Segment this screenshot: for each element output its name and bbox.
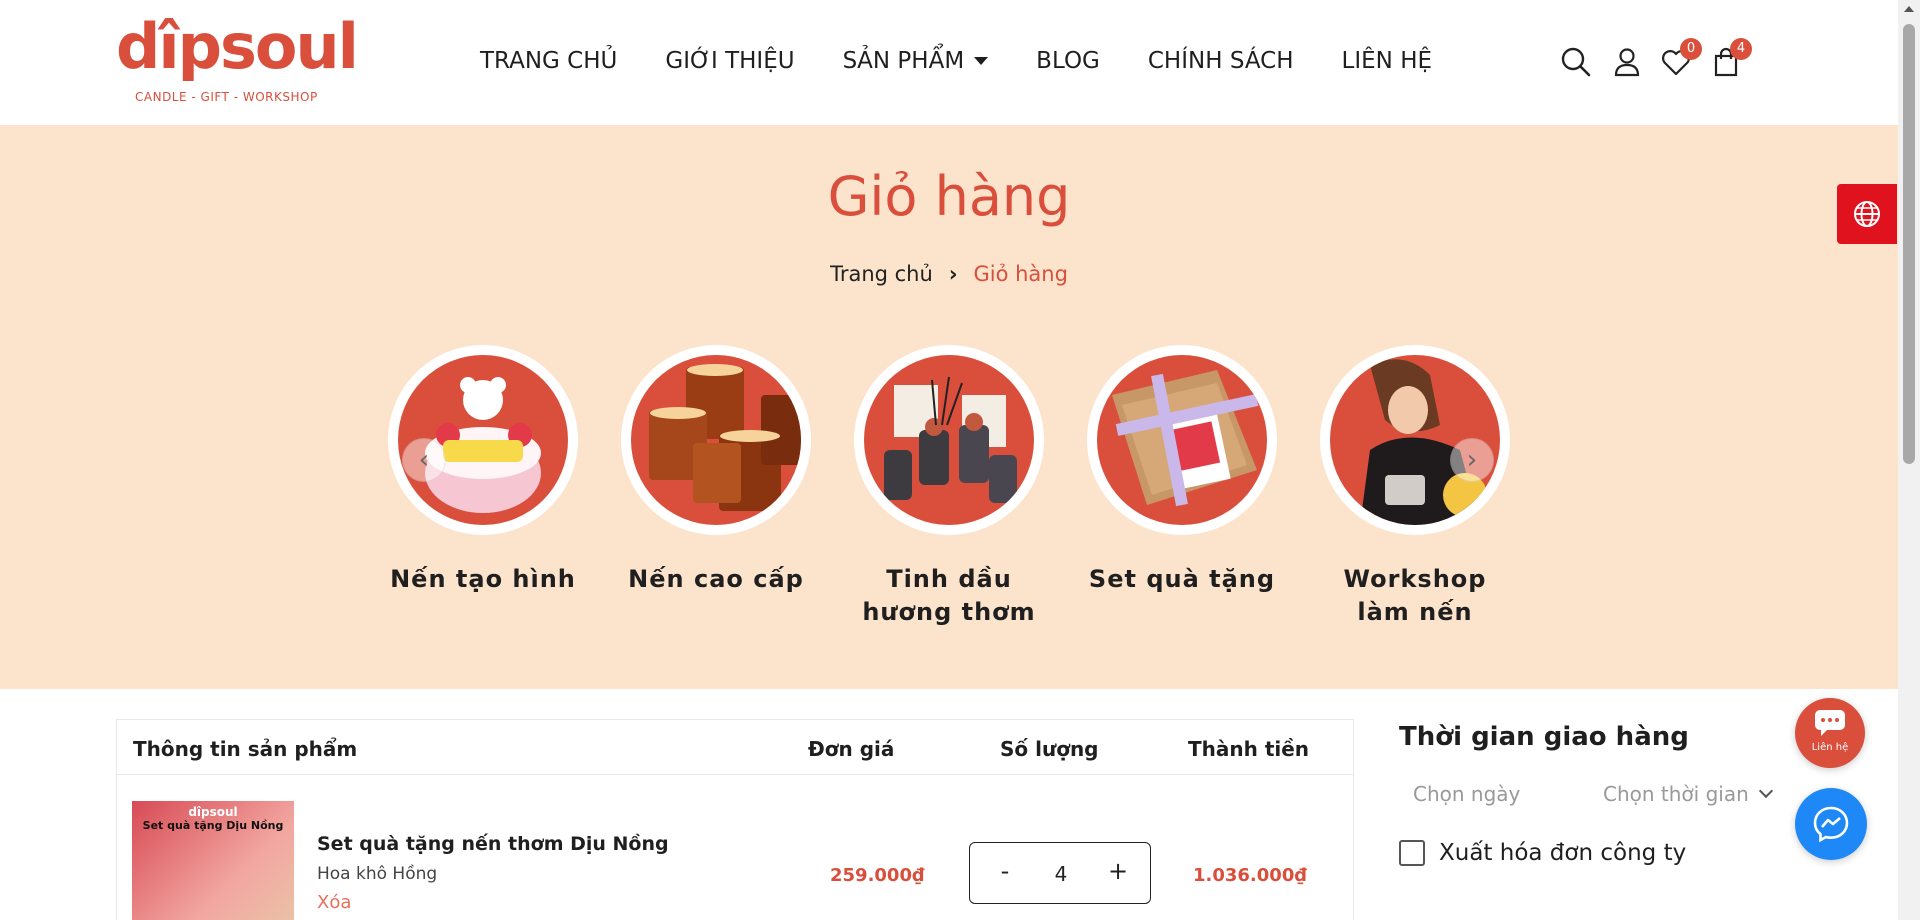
delivery-title: Thời gian giao hàng xyxy=(1399,722,1689,752)
scroll-up-icon[interactable] xyxy=(1904,6,1914,12)
category-image xyxy=(621,345,811,535)
category-image xyxy=(854,345,1044,535)
category-tinh-dau-huong-thom[interactable]: Tinh dầu hương thơm xyxy=(854,345,1044,629)
contact-button[interactable]: Liên hệ xyxy=(1795,698,1865,768)
quantity-increase-button[interactable]: + xyxy=(1103,857,1133,885)
quantity-decrease-button[interactable]: - xyxy=(990,857,1020,885)
logo-text: dîpsoul xyxy=(116,10,359,83)
page-scrollbar[interactable] xyxy=(1898,0,1920,920)
checkbox-box xyxy=(1399,840,1425,866)
product-image[interactable]: dîpsoul Set quà tặng Dịu Nồng xyxy=(132,801,294,920)
category-nen-cao-cap[interactable]: Nến cao cấp xyxy=(621,345,811,596)
messenger-button[interactable] xyxy=(1795,788,1867,860)
nav-label: BLOG xyxy=(1036,48,1100,74)
header-total: Thành tiền xyxy=(1188,737,1310,761)
breadcrumb-separator: › xyxy=(948,262,958,286)
category-set-qua-tang[interactable]: Set quà tặng xyxy=(1087,345,1277,596)
chevron-left-icon: ‹ xyxy=(418,445,430,475)
category-image xyxy=(1087,345,1277,535)
slider-next-button[interactable]: › xyxy=(1450,438,1494,482)
delivery-time-placeholder: Chọn thời gian xyxy=(1603,782,1749,806)
product-variant: Hoa khô Hồng xyxy=(317,864,438,884)
breadcrumb-current: Giỏ hàng xyxy=(973,262,1068,286)
chat-bubbles-icon xyxy=(1815,710,1845,736)
slider-prev-button[interactable]: ‹ xyxy=(402,438,446,482)
category-workshop-lam-nen[interactable]: Workshop làm nến xyxy=(1320,345,1510,629)
nav-label: GIỚI THIỆU xyxy=(665,48,795,74)
breadcrumb-home-link[interactable]: Trang chủ xyxy=(830,262,933,286)
nav-trang-chu[interactable]: TRANG CHỦ xyxy=(480,48,617,74)
product-name[interactable]: Set quà tặng nến thơm Dịu Nồng xyxy=(317,833,669,855)
nav-chinh-sach[interactable]: CHÍNH SÁCH xyxy=(1148,48,1294,74)
logo[interactable]: dîpsoul CANDLE - GIFT - WORKSHOP xyxy=(116,16,359,108)
main-nav: TRANG CHỦ GIỚI THIỆU SẢN PHẨM BLOG CHÍNH… xyxy=(480,48,1480,74)
category-slider: Nến tạo hình Nến cao cấp Tinh dầu hương … xyxy=(388,345,1510,645)
quantity-input[interactable] xyxy=(1032,857,1090,891)
product-image-brand: dîpsoul xyxy=(188,805,238,819)
nav-label: SẢN PHẨM xyxy=(842,48,965,74)
product-image-caption: Set quà tặng Dịu Nồng xyxy=(142,819,284,832)
site-header: dîpsoul CANDLE - GIFT - WORKSHOP TRANG C… xyxy=(0,0,1898,125)
breadcrumb: Trang chủ › Giỏ hàng xyxy=(0,262,1898,286)
category-label: Tinh dầu hương thơm xyxy=(862,565,1036,626)
contact-label: Liên hệ xyxy=(1811,742,1849,753)
nav-label: LIÊN HỆ xyxy=(1341,48,1433,74)
delivery-date-select[interactable]: Chọn ngày xyxy=(1413,782,1520,806)
company-invoice-label: Xuất hóa đơn công ty xyxy=(1439,840,1687,866)
cart-table: Thông tin sản phẩm Đơn giá Số lượng Thàn… xyxy=(116,719,1354,920)
unit-price: 259.000₫ xyxy=(830,865,925,886)
page-banner: Giỏ hàng Trang chủ › Giỏ hàng Nến tạo hình… xyxy=(0,125,1898,689)
nav-san-pham[interactable]: SẢN PHẨM xyxy=(843,48,989,74)
nav-gioi-thieu[interactable]: GIỚI THIỆU xyxy=(665,48,794,74)
messenger-icon xyxy=(1813,806,1849,843)
search-icon[interactable] xyxy=(1560,46,1592,78)
header-product: Thông tin sản phẩm xyxy=(133,737,358,761)
logo-tagline: CANDLE - GIFT - WORKSHOP xyxy=(135,90,318,104)
nav-lien-he[interactable]: LIÊN HỆ xyxy=(1342,48,1432,74)
remove-item-link[interactable]: Xóa xyxy=(317,892,351,913)
wishlist-count-badge: 0 xyxy=(1680,38,1702,60)
cart-table-header: Thông tin sản phẩm Đơn giá Số lượng Thàn… xyxy=(117,720,1353,775)
cart-count-badge: 4 xyxy=(1730,38,1752,60)
cart-item-row: dîpsoul Set quà tặng Dịu Nồng Set quà tặ… xyxy=(117,775,1353,920)
user-icon[interactable] xyxy=(1611,46,1643,78)
caret-down-icon xyxy=(974,57,989,65)
chevron-right-icon: › xyxy=(1466,445,1478,475)
line-total: 1.036.000₫ xyxy=(1193,865,1307,886)
category-label: Workshop làm nến xyxy=(1343,565,1487,626)
category-label: Nến tạo hình xyxy=(390,565,576,593)
nav-blog[interactable]: BLOG xyxy=(1036,48,1100,74)
page-title: Giỏ hàng xyxy=(827,165,1071,228)
delivery-time-select[interactable]: Chọn thời gian xyxy=(1603,782,1773,806)
company-invoice-checkbox[interactable]: Xuất hóa đơn công ty xyxy=(1399,840,1686,866)
scroll-thumb[interactable] xyxy=(1903,24,1915,464)
delivery-panel: Thời gian giao hàng Chọn ngày Chọn thời … xyxy=(1399,722,1799,866)
language-button[interactable] xyxy=(1837,184,1897,244)
wishlist-button[interactable]: 0 xyxy=(1660,38,1702,78)
chevron-down-icon xyxy=(1758,783,1773,799)
header-quantity: Số lượng xyxy=(1000,737,1099,761)
quantity-stepper: - + xyxy=(969,842,1151,904)
globe-icon xyxy=(1854,201,1880,227)
nav-label: CHÍNH SÁCH xyxy=(1147,48,1294,74)
category-label: Set quà tặng xyxy=(1088,565,1276,593)
nav-label: TRANG CHỦ xyxy=(480,48,618,74)
category-label: Nến cao cấp xyxy=(628,565,804,593)
cart-button[interactable]: 4 xyxy=(1710,38,1752,78)
header-price: Đơn giá xyxy=(808,737,895,761)
